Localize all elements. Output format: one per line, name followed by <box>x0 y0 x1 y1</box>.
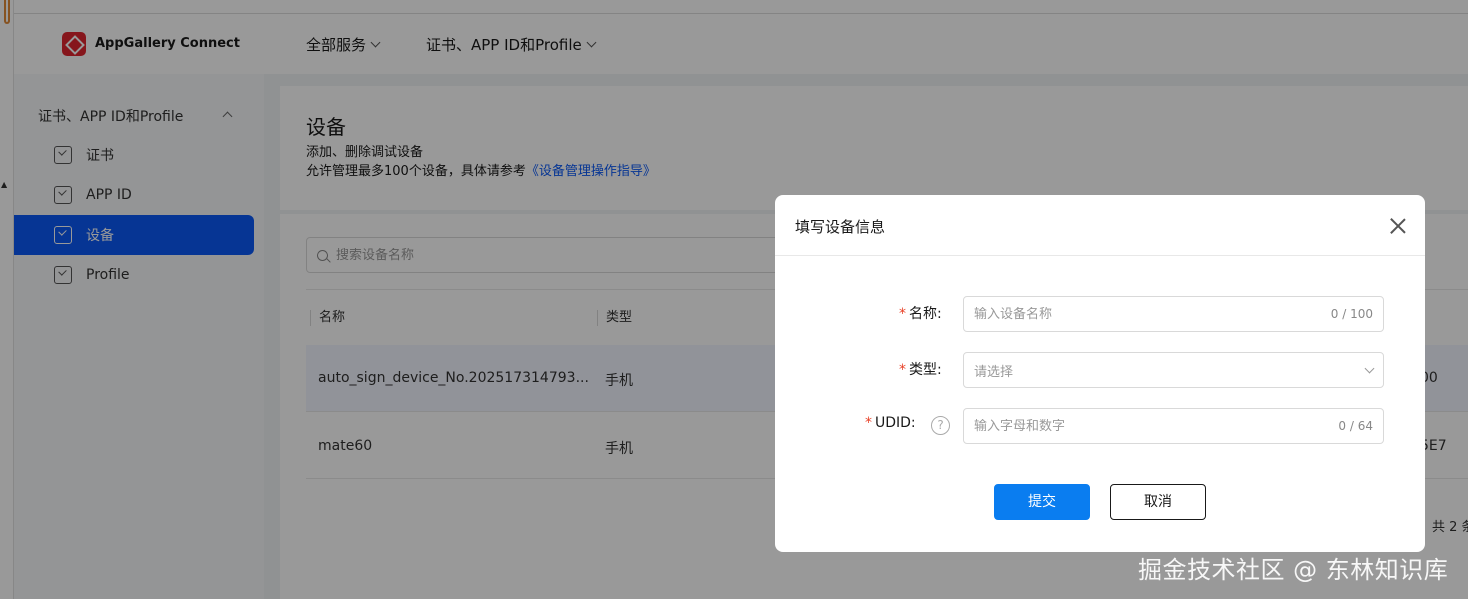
name-char-counter: 0 / 100 <box>1330 307 1373 321</box>
device-type-select[interactable]: 请选择 <box>963 352 1384 388</box>
udid-label-text: UDID: <box>875 415 916 431</box>
required-mark: * <box>865 415 872 431</box>
required-mark: * <box>899 306 906 322</box>
chevron-down-icon <box>1364 363 1375 373</box>
device-info-dialog: 填写设备信息 *名称: 0 / 100 *类型: 请选择 *UDID: ? 0 … <box>775 195 1425 552</box>
help-icon[interactable]: ? <box>931 416 950 435</box>
type-select-placeholder: 请选择 <box>974 364 1014 380</box>
name-label-text: 名称: <box>909 306 942 322</box>
watermark-text: 掘金技术社区 @ 东林知识库 <box>1138 556 1449 584</box>
close-icon[interactable] <box>1389 217 1407 235</box>
udid-input[interactable] <box>974 418 1339 434</box>
cancel-button[interactable]: 取消 <box>1110 484 1206 520</box>
required-mark: * <box>899 362 906 378</box>
dialog-title: 填写设备信息 <box>795 218 886 236</box>
udid-field-label: * UDID: <box>865 415 916 431</box>
dialog-divider <box>775 255 1425 256</box>
udid-char-counter: 0 / 64 <box>1338 419 1373 433</box>
udid-field[interactable]: 0 / 64 <box>963 408 1384 444</box>
device-name-input[interactable] <box>974 306 1331 322</box>
name-field-label: * 名称: <box>899 303 942 323</box>
type-label-text: 类型: <box>909 362 942 378</box>
device-name-field[interactable]: 0 / 100 <box>963 296 1384 332</box>
type-field-label: * 类型: <box>899 359 942 379</box>
submit-button[interactable]: 提交 <box>994 484 1090 520</box>
